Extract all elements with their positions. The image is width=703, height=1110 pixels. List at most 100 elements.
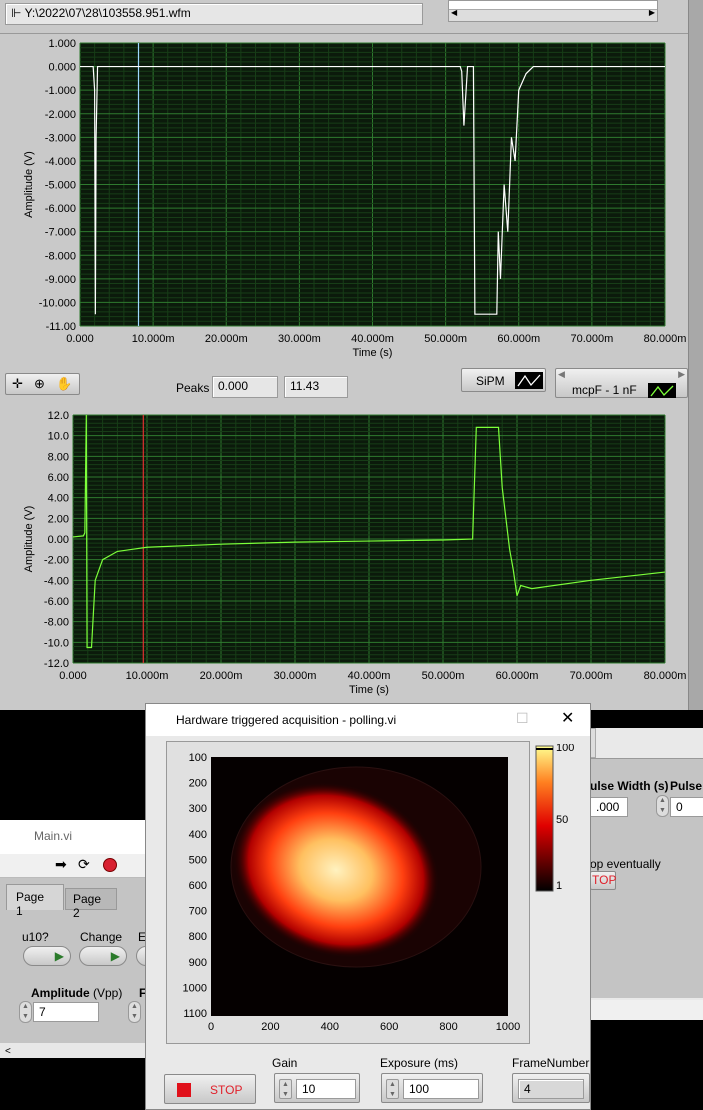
y-axis-label: Amplitude (V) <box>23 151 35 218</box>
y-tick-label: 10.0 <box>48 431 69 443</box>
listbox[interactable]: ◀ ▶ <box>448 0 658 22</box>
run-continuous-icon[interactable]: ⟳ <box>78 856 90 873</box>
f-stepper[interactable]: ▲ ▼ <box>128 1001 141 1023</box>
horizontal-scrollbar[interactable]: < <box>0 1043 145 1058</box>
x-tick-label: 20.000m <box>205 333 248 345</box>
color-scale <box>535 745 554 892</box>
close-icon[interactable]: ✕ <box>561 708 574 728</box>
x-tick-label: 800 <box>439 1021 457 1033</box>
y-tick-label: 100 <box>189 752 207 764</box>
run-arrow-icon[interactable]: ➡ <box>55 856 67 873</box>
exposure-control[interactable]: ▲ ▼ 100 <box>381 1073 483 1103</box>
x-tick-label: 0.000 <box>66 333 94 345</box>
peak-max-field: 11.43 <box>284 376 348 398</box>
x-tick-label: 50.000m <box>422 670 465 682</box>
y-tick-label: -11.00 <box>46 321 76 333</box>
line-style-icon <box>648 383 676 398</box>
stop-button[interactable]: STOP <box>164 1074 256 1104</box>
amplitude-stepper[interactable]: ▲ ▼ <box>19 1001 32 1023</box>
pulse-width-input[interactable]: .000 <box>590 797 628 817</box>
exposure-stepper[interactable]: ▲ ▼ <box>386 1079 399 1099</box>
y-tick-label: 1000 <box>183 982 207 994</box>
y-tick-label: 600 <box>189 880 207 892</box>
y-tick-label: -6.000 <box>45 203 76 215</box>
gain-control[interactable]: ▲ ▼ 10 <box>274 1073 360 1103</box>
y-tick-label: 1.000 <box>48 38 76 50</box>
x-tick-label: 60.000m <box>496 670 539 682</box>
scroll-left-icon[interactable]: ◀ <box>451 8 457 17</box>
change-button[interactable]: ▶ <box>79 946 127 966</box>
waveform-viewer-window: ⊩ Y:\2022\07\28\103558.951.wfm ◀ ▶ 0.000… <box>0 0 703 710</box>
x-tick-label: 30.000m <box>278 333 321 345</box>
y-tick-label: -6.00 <box>44 596 69 608</box>
pulse-input[interactable]: 0 <box>670 797 703 817</box>
y-tick-label: 0.00 <box>48 534 69 546</box>
main-vi-window: Main.vi ➡ ⟳ Page 1 Page 2 u10? Change E … <box>0 820 156 1058</box>
file-path-field[interactable]: ⊩ Y:\2022\07\28\103558.951.wfm <box>5 3 423 25</box>
exposure-input[interactable]: 100 <box>403 1079 479 1099</box>
scroll-right-icon[interactable]: ▶ <box>649 8 655 17</box>
pulse-stepper[interactable]: ▲ ▼ <box>656 795 669 817</box>
gain-input[interactable]: 10 <box>296 1079 356 1099</box>
x-tick-label: 20.000m <box>200 670 243 682</box>
x-tick-label: 70.000m <box>570 670 613 682</box>
y-tick-label: 6.00 <box>48 472 69 484</box>
y-tick-label: -9.000 <box>45 274 76 286</box>
x-tick-label: 40.000m <box>351 333 394 345</box>
tab-control: Page 1 Page 2 u10? Change E ▶ ▶ Amplitud… <box>0 878 156 1043</box>
x-tick-label: 200 <box>261 1021 279 1033</box>
y-tick-label: 900 <box>189 957 207 969</box>
mcpf-waveform-graph[interactable]: 0.000 10.000m 20.000m 30.000m 40.000m 50.000m… <box>0 404 688 704</box>
x-tick-label: 600 <box>380 1021 398 1033</box>
y-tick-label: 300 <box>189 803 207 815</box>
maximize-icon[interactable]: ☐ <box>516 710 529 727</box>
y-tick-label: 500 <box>189 854 207 866</box>
tab-panel: ulse Width (s) Pulse I .000 ▲▼ 0 op even… <box>590 758 703 998</box>
legend-mcpf[interactable]: ◀ ▶ mcpF - 1 nF <box>555 368 688 398</box>
sipm-waveform-graph[interactable]: 0.000 10.000m 20.000m 30.000m 40.000m 50.000m… <box>0 34 688 369</box>
path-icon: ⊩ <box>11 6 25 20</box>
x-tick-label: 40.000m <box>348 670 391 682</box>
y-tick-label: 8.00 <box>48 451 69 463</box>
pan-hand-icon[interactable]: ✋ <box>56 376 72 392</box>
amplitude-input[interactable]: 7 <box>33 1002 99 1022</box>
x-axis-label: Time (s) <box>349 684 389 696</box>
stop-button[interactable]: TOP <box>590 871 616 890</box>
x-tick-label: 400 <box>321 1021 339 1033</box>
scale-tick-label: 100 <box>556 744 574 754</box>
cursor-tool-icon[interactable]: ✛ <box>12 376 23 392</box>
y-tick-label: -12.0 <box>44 658 69 670</box>
tab-page-1[interactable]: Page 1 <box>6 884 64 918</box>
y-tick-label: 0.000 <box>48 62 76 74</box>
window-title: Hardware triggered acquisition - polling… <box>176 713 397 727</box>
u10-button[interactable]: ▶ <box>23 946 71 966</box>
x-tick-label: 10.000m <box>132 333 175 345</box>
x-tick-label: 80.000m <box>644 333 687 345</box>
zoom-tool-icon[interactable]: ⊕ <box>34 376 45 392</box>
gain-stepper[interactable]: ▲ ▼ <box>279 1079 292 1099</box>
horizontal-scrollbar[interactable]: ◀ ▶ <box>449 8 657 21</box>
y-tick-label: -5.000 <box>45 180 76 192</box>
peaks-label: Peaks <box>176 381 210 395</box>
window-border <box>688 0 703 710</box>
intensity-graph[interactable]: 0 200 400 600 800 1000 100 200 300 400 500 600 700 80… <box>166 744 586 1044</box>
y-tick-label: -7.000 <box>45 227 76 239</box>
y-tick-label: 200 <box>189 778 207 790</box>
y-tick-label: 800 <box>189 931 207 943</box>
legend-scroll-right[interactable]: ▶ <box>678 369 685 380</box>
x-tick-label: 0.000 <box>59 670 87 682</box>
x-tick-label: 30.000m <box>274 670 317 682</box>
y-tick-label: -4.00 <box>44 575 69 587</box>
legend-scroll-left[interactable]: ◀ <box>558 369 565 380</box>
y-tick-label: -10.0 <box>44 637 69 649</box>
x-tick-label: 70.000m <box>570 333 613 345</box>
x-tick-label: 10.000m <box>126 670 169 682</box>
legend-sipm[interactable]: SiPM <box>461 368 546 392</box>
led-icon: ▶ <box>110 949 120 963</box>
scale-tick-label: 50 <box>556 814 568 826</box>
abort-icon[interactable] <box>103 858 117 872</box>
y-tick-label: 1100 <box>183 1008 207 1020</box>
y-tick-label: 700 <box>189 906 207 918</box>
tab-page-2[interactable]: Page 2 <box>65 888 117 920</box>
stop-led-icon <box>177 1083 191 1097</box>
